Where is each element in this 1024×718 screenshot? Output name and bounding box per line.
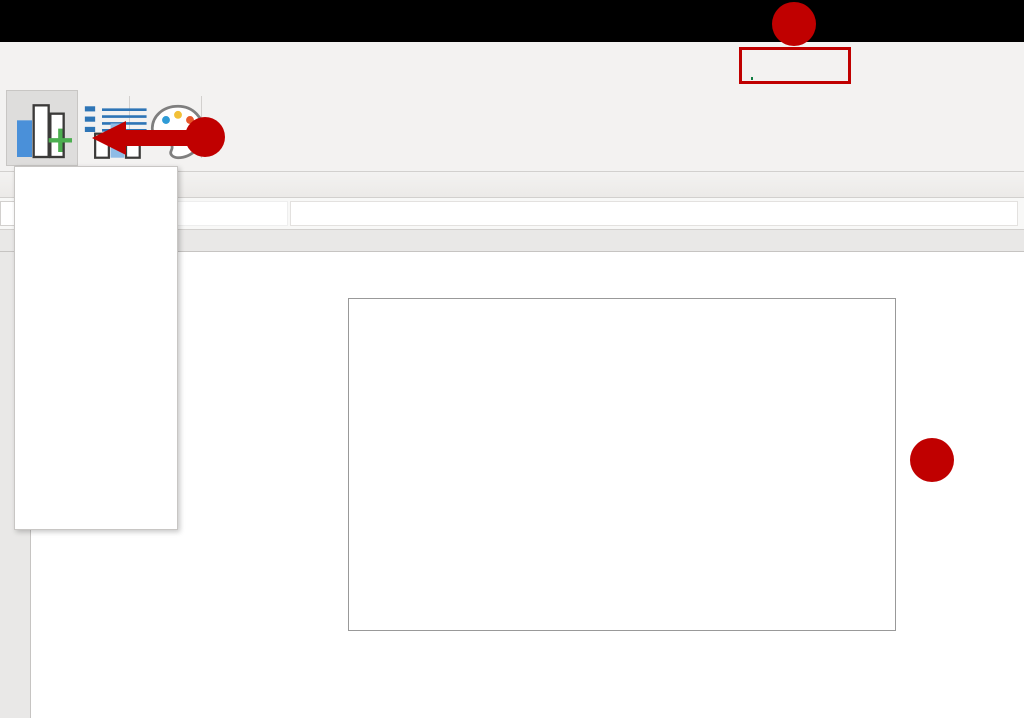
ribbon-tab-format[interactable]: [851, 42, 873, 86]
ribbon-tab-home[interactable]: [65, 42, 87, 86]
ribbon-tab-view[interactable]: [528, 42, 550, 86]
ribbon-tab-help[interactable]: [681, 42, 703, 86]
add-chart-element-menu[interactable]: [14, 166, 178, 530]
ribbon-tab-formulas[interactable]: [305, 42, 327, 86]
ribbon-tab-file[interactable]: [12, 42, 34, 86]
ribbon-tab-insert[interactable]: [135, 42, 157, 86]
window-chrome-band: [0, 0, 1024, 42]
ribbon-tab-data[interactable]: [400, 42, 422, 86]
ribbon-tab-strip: [0, 42, 1024, 86]
chart-side-buttons: [906, 302, 940, 432]
add-chart-element-button[interactable]: [6, 90, 78, 166]
badge-2: [772, 2, 816, 46]
enter-formula-button[interactable]: [204, 202, 246, 227]
chart-design-tab-highlight: [739, 47, 851, 84]
formula-input[interactable]: [290, 201, 1018, 226]
chart-object[interactable]: [348, 298, 896, 631]
ribbon-tab-page-layout[interactable]: [196, 42, 218, 86]
plot-area[interactable]: [411, 351, 885, 568]
formula-bar-buttons: [160, 201, 288, 226]
series-line-adj-close[interactable]: [411, 351, 885, 568]
ribbon-tab-developer[interactable]: [578, 42, 600, 86]
badge-1: [910, 438, 954, 482]
add-chart-element-icon: [7, 97, 77, 159]
insert-function-icon[interactable]: [247, 202, 289, 227]
ribbon-tab-review[interactable]: [451, 42, 473, 86]
badge-3: [185, 117, 225, 157]
